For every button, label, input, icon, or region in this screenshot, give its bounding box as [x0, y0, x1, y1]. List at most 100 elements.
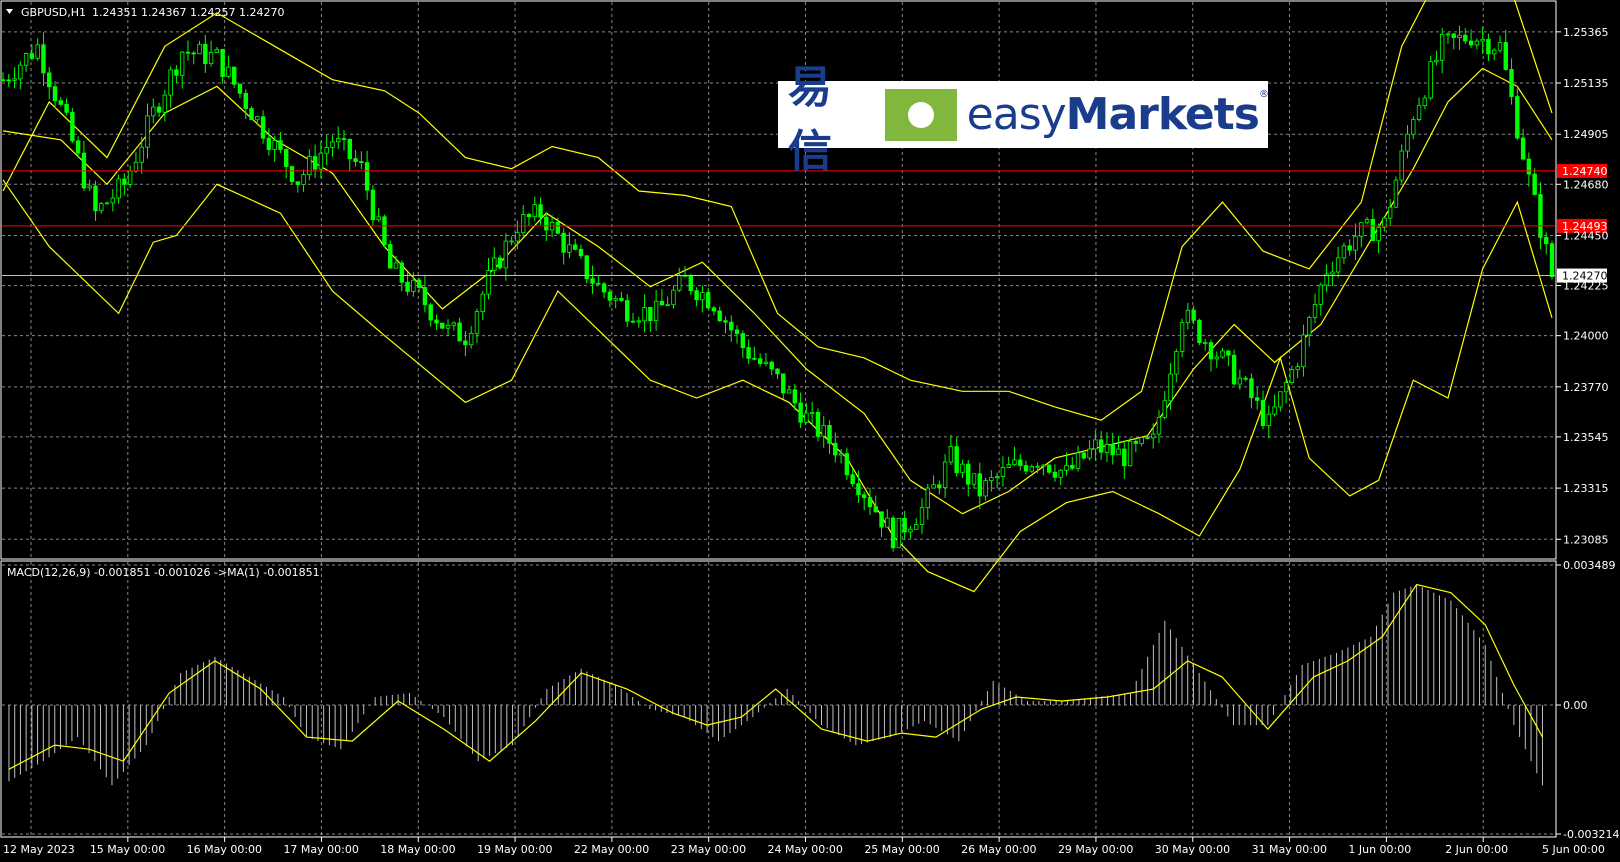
candle: [70, 107, 75, 143]
candle-body: [1231, 354, 1237, 385]
candle-body: [376, 216, 381, 221]
y-tick-label: 1.24000: [1563, 330, 1609, 343]
candle-body: [1237, 377, 1243, 385]
candle-body: [567, 244, 572, 253]
price-level-label: 1.24740: [1562, 165, 1608, 178]
candle: [1231, 349, 1237, 386]
candle-body: [1156, 416, 1162, 435]
candle-body: [1335, 257, 1341, 273]
candle-body: [705, 292, 711, 309]
candle-body: [116, 178, 121, 199]
candle-body: [896, 518, 902, 549]
candle-body: [1023, 465, 1029, 472]
candle-body: [1133, 440, 1139, 444]
candle-body: [364, 162, 370, 191]
candle-body: [630, 320, 636, 323]
logo-cn-text: 易信: [788, 61, 834, 177]
candle-body: [729, 321, 734, 331]
candle-body: [1411, 119, 1416, 135]
candle-body: [1376, 226, 1381, 242]
candle-body: [47, 72, 52, 88]
candle-body: [93, 185, 98, 212]
candle: [249, 106, 254, 121]
candle-body: [1000, 467, 1006, 477]
candle-body: [226, 66, 231, 77]
candle-body: [1127, 440, 1133, 467]
candle-body: [688, 275, 694, 292]
candle-body: [87, 185, 92, 189]
candle-body: [648, 307, 653, 322]
candle-body: [353, 158, 358, 162]
candle-body: [879, 511, 884, 528]
candle-body: [1041, 464, 1046, 467]
candle-body: [1283, 382, 1289, 393]
candle-body: [370, 189, 376, 221]
candle-body: [954, 446, 959, 474]
candle-body: [486, 270, 491, 295]
candle-body: [1422, 97, 1428, 107]
y-tick-label: 1.24905: [1563, 128, 1609, 141]
candle-body: [757, 358, 763, 364]
candle-body: [555, 222, 561, 234]
candle-body: [983, 480, 988, 497]
candle-body: [856, 483, 861, 496]
candle-body: [908, 528, 913, 533]
candle-body: [122, 178, 127, 185]
candle-body: [827, 425, 832, 444]
candle-body: [671, 289, 676, 306]
x-tick-label: 15 May 00:00: [90, 843, 165, 856]
candle-body: [260, 116, 266, 139]
candle-body: [850, 474, 855, 485]
candle-body: [1341, 245, 1347, 259]
candle-body: [1260, 400, 1266, 427]
candle-body: [1075, 452, 1081, 469]
candle: [1197, 318, 1202, 346]
candle-body: [1145, 437, 1150, 439]
candle-body: [1330, 271, 1335, 275]
candle-body: [1289, 369, 1295, 384]
candle-body: [1139, 437, 1144, 444]
candle-body: [694, 290, 699, 301]
candle-body: [734, 329, 740, 335]
candle-body: [231, 66, 237, 85]
macd-y-tick-label: 0.00: [1563, 699, 1588, 712]
x-tick-label: 17 May 00:00: [283, 843, 358, 856]
candle-body: [422, 287, 428, 306]
candle-body: [867, 497, 873, 508]
candle-body: [711, 307, 717, 312]
candle-body: [1520, 137, 1526, 160]
x-tick-label: 12 May 2023: [3, 843, 75, 856]
candle-body: [64, 104, 69, 113]
candle-body: [1179, 322, 1185, 352]
candle-body: [763, 361, 769, 364]
y-tick-label: 1.25135: [1563, 77, 1609, 90]
candle-body: [336, 138, 341, 143]
candle-body: [653, 300, 659, 322]
candle-body: [1393, 179, 1399, 208]
candle-body: [133, 161, 139, 172]
candle-body: [1295, 366, 1300, 370]
candle-body: [179, 51, 185, 76]
candle-body: [977, 473, 982, 497]
candle-body: [208, 51, 214, 65]
candle: [382, 214, 387, 248]
candle-body: [145, 115, 150, 148]
candle-body: [619, 297, 624, 301]
candle-body: [1312, 303, 1318, 319]
candle-body: [411, 279, 416, 292]
candle-body: [1272, 406, 1277, 415]
candle-body: [914, 524, 919, 530]
candle-body: [1405, 133, 1410, 152]
candle-body: [220, 48, 225, 77]
candle-body: [1012, 459, 1017, 466]
candle-body: [1544, 237, 1549, 245]
candle-body: [1122, 448, 1127, 467]
candle-body: [509, 240, 514, 243]
candle-body: [1538, 194, 1543, 238]
x-tick-label: 22 May 00:00: [574, 843, 649, 856]
x-tick-label: 1 Jun 00:00: [1348, 843, 1411, 856]
ohlc-values: 1.24351 1.24367 1.24257 1.24270: [92, 6, 284, 19]
candle-body: [1006, 464, 1011, 468]
candle-body: [457, 322, 462, 342]
candle-body: [480, 293, 485, 313]
